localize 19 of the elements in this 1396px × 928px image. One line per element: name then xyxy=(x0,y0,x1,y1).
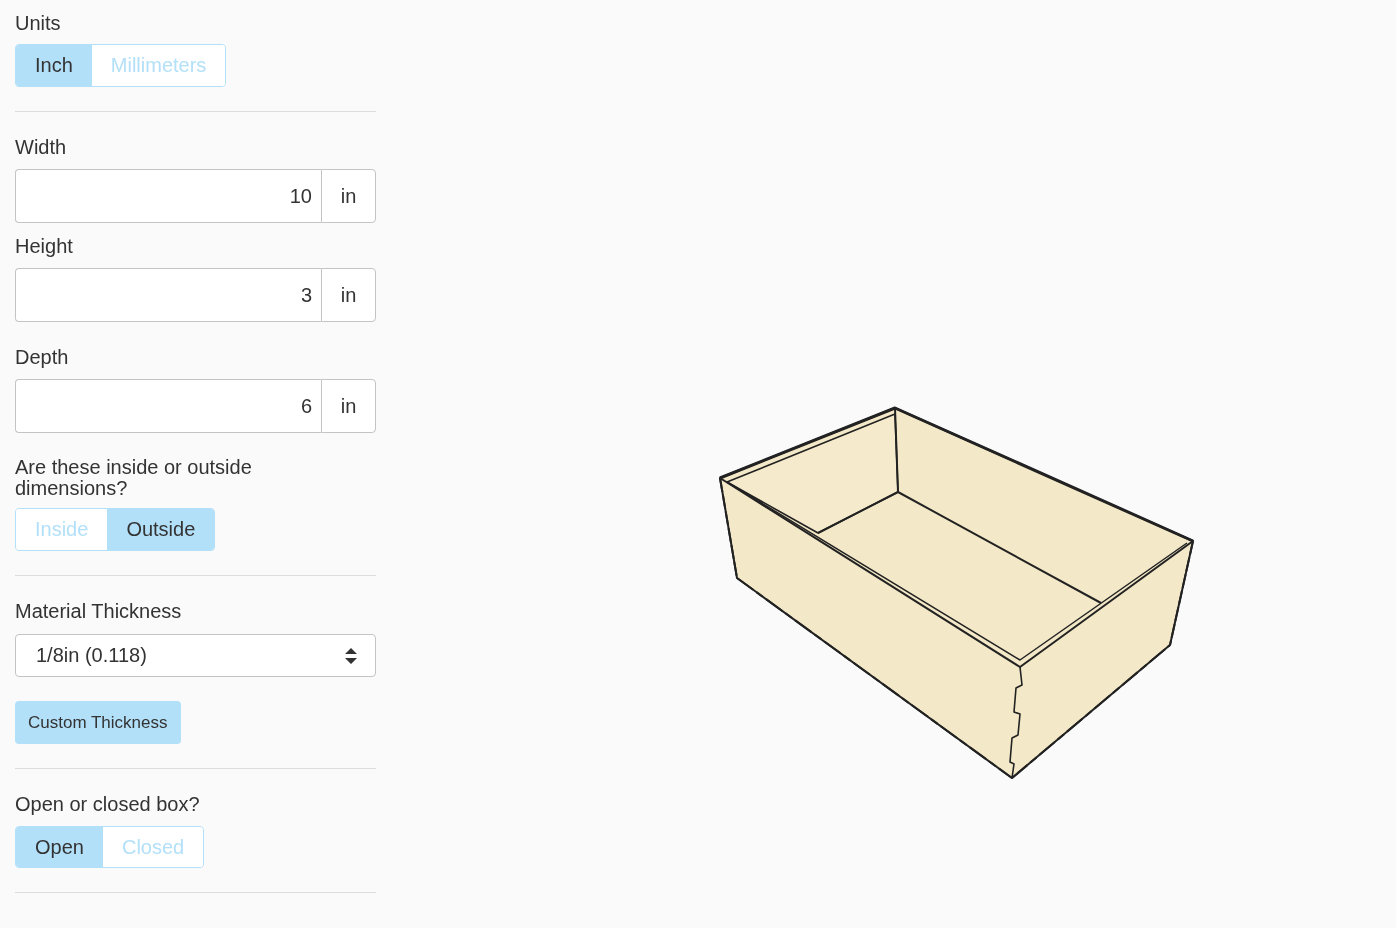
dimension-label: Height xyxy=(15,234,74,258)
dimension-type-option[interactable]: Outside xyxy=(107,509,215,550)
material-thickness-label: Material Thickness xyxy=(15,599,183,623)
up-down-arrows-icon xyxy=(345,647,357,664)
box-type-option[interactable]: Open xyxy=(16,827,103,867)
unit-option[interactable]: Inch xyxy=(16,45,92,86)
dimension-input[interactable]: 10 xyxy=(15,169,321,223)
dimension-input[interactable]: 3 xyxy=(15,268,321,322)
unit-addon: in xyxy=(321,169,376,223)
unit-addon: in xyxy=(321,379,376,433)
box-type-label: Open or closed box? xyxy=(15,792,201,816)
dimension-input[interactable]: 6 xyxy=(15,379,321,433)
thickness-select[interactable]: 1/8in (0.118) xyxy=(15,634,376,677)
units-label: Units xyxy=(15,11,62,35)
dimension-label: Depth xyxy=(15,345,70,369)
dimension-label: Width xyxy=(15,135,68,159)
dimension-type-label: Are these inside or outside dimensions? xyxy=(15,457,253,499)
unit-addon: in xyxy=(321,268,376,322)
custom-thickness-button[interactable]: Custom Thickness xyxy=(15,701,181,744)
